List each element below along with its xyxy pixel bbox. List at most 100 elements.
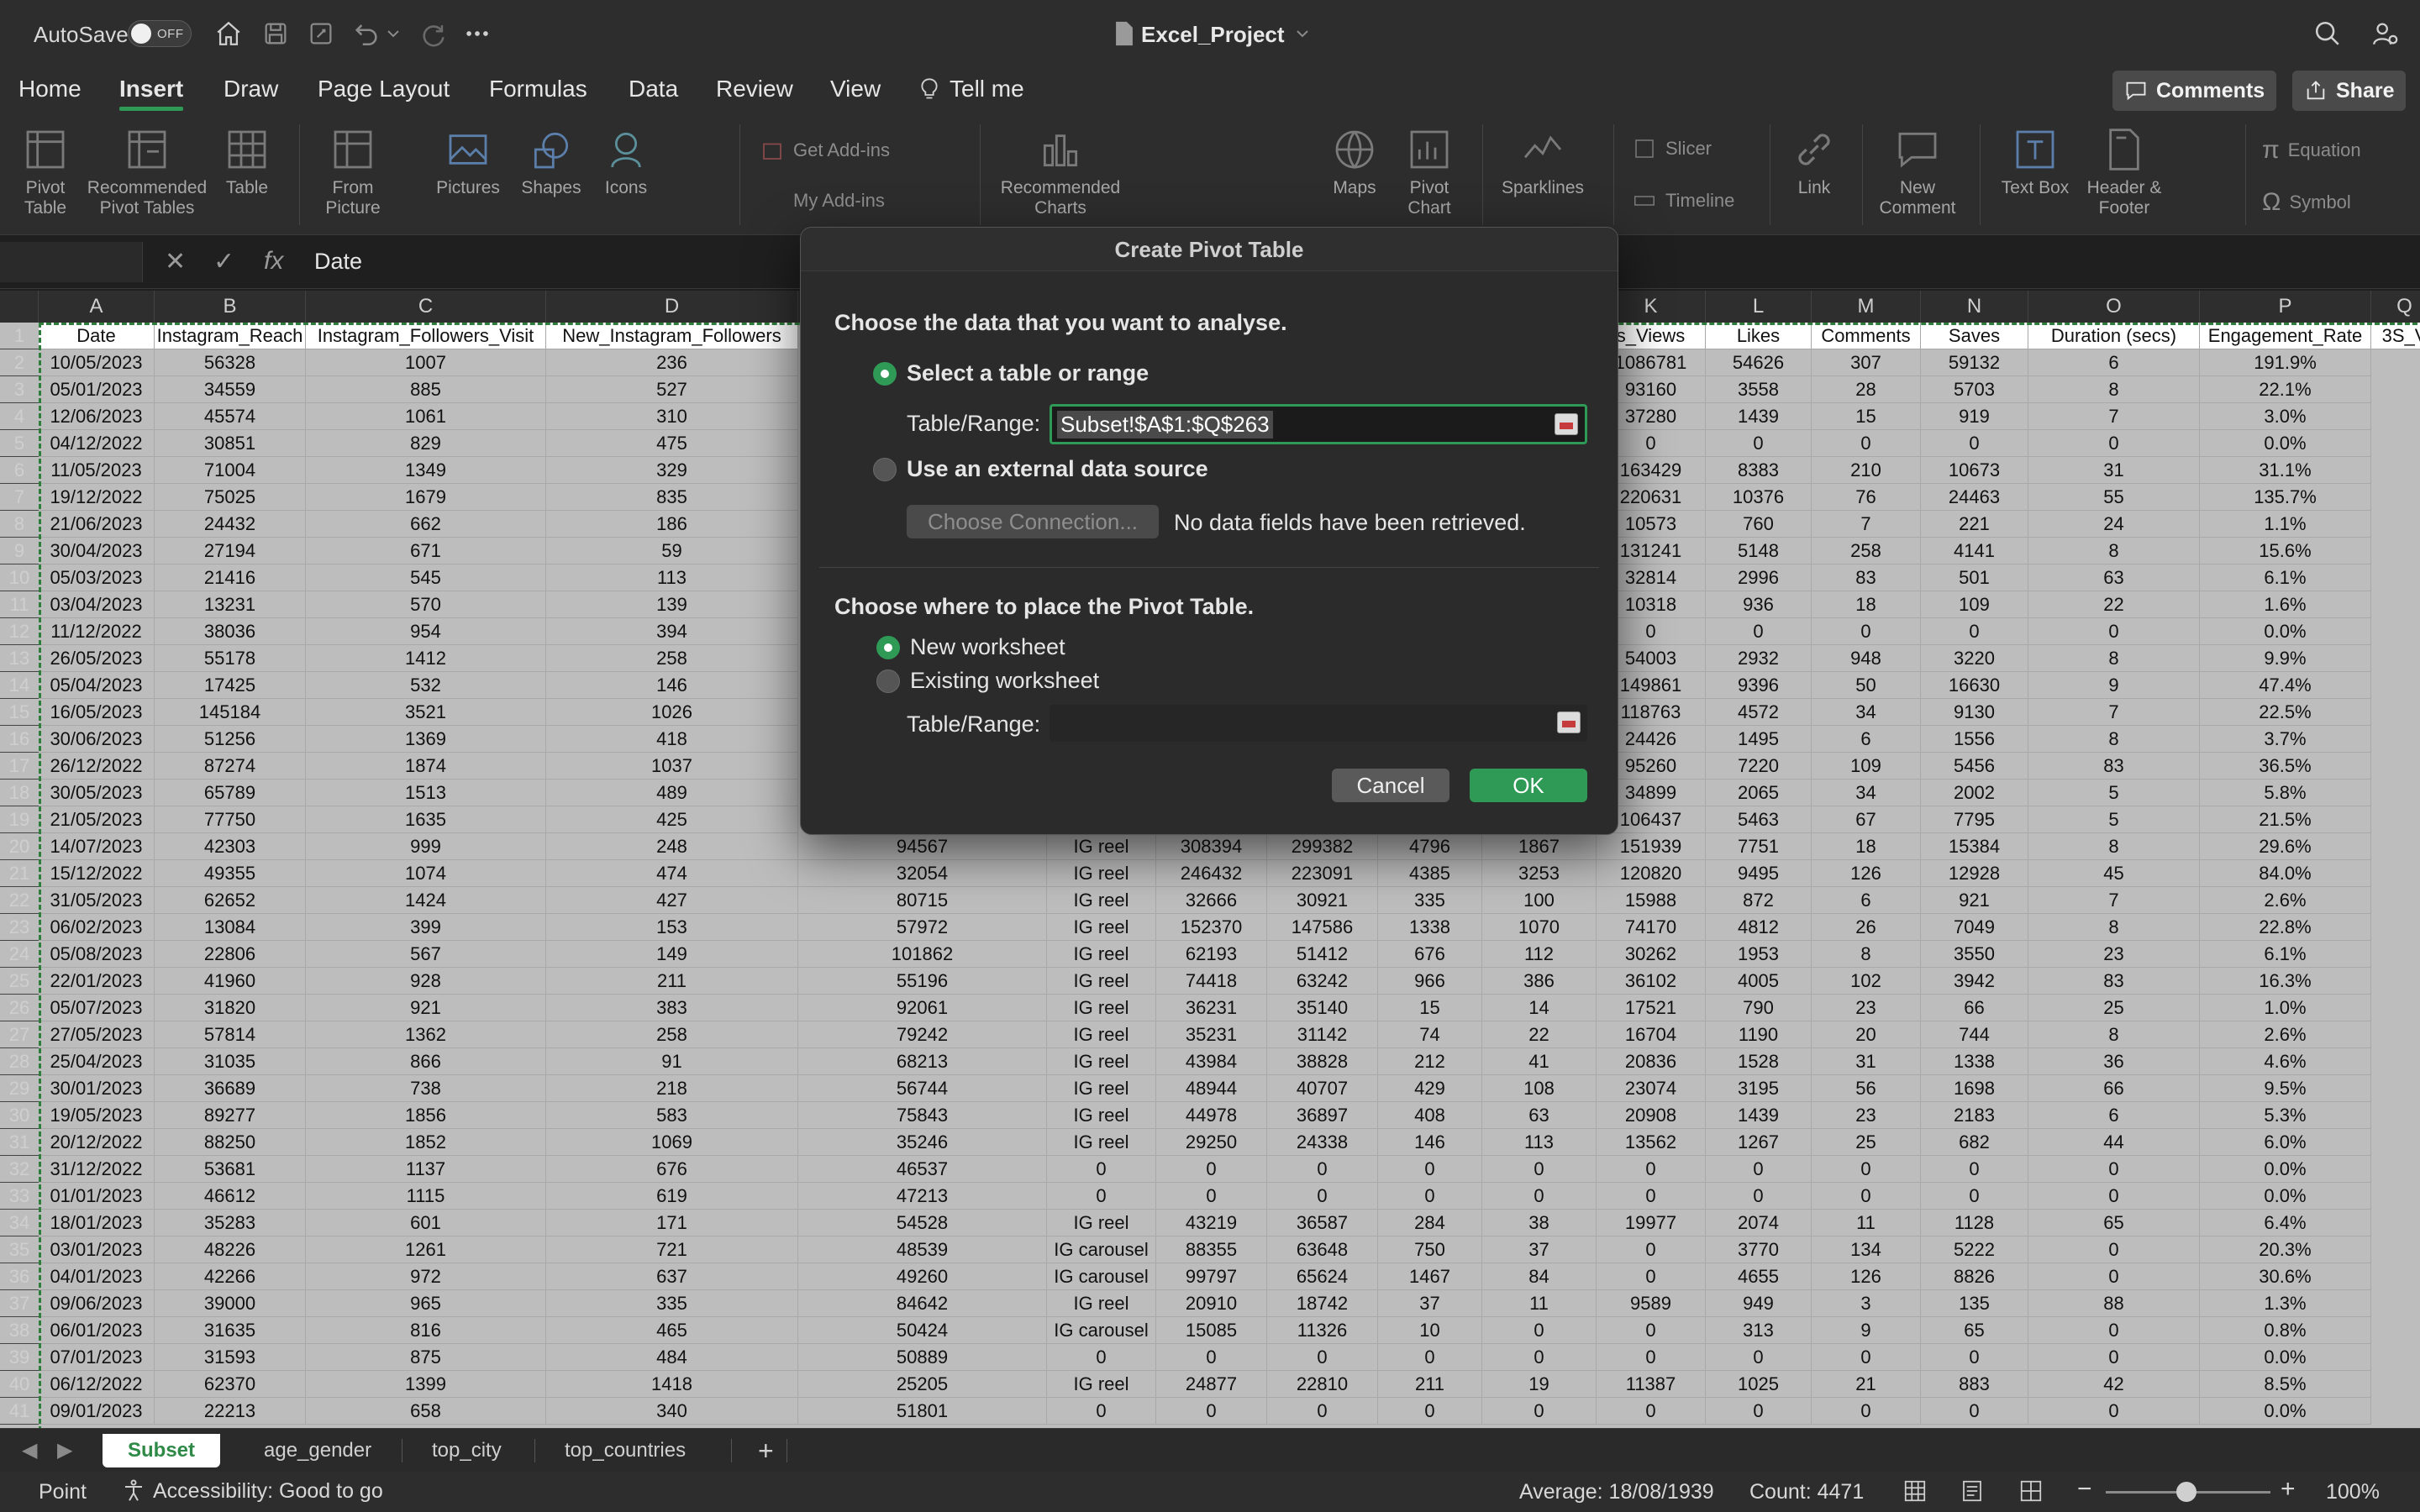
table-cell[interactable]: 34 <box>1812 699 1921 726</box>
column-header-b[interactable]: B <box>155 291 306 323</box>
table-cell[interactable]: 307 <box>1812 349 1921 376</box>
table-cell[interactable]: 3942 <box>1921 968 2028 995</box>
table-cell[interactable]: 36 <box>2028 1048 2200 1075</box>
table-cell[interactable]: 23 <box>1812 1102 1921 1129</box>
row-header[interactable]: 37 <box>0 1290 39 1317</box>
table-cell[interactable]: IG reel <box>1047 1048 1156 1075</box>
radio-existing-worksheet-label[interactable]: Existing worksheet <box>910 668 1099 694</box>
table-cell[interactable]: 43219 <box>1156 1210 1267 1236</box>
link-button[interactable]: Link <box>1785 126 1844 198</box>
table-cell[interactable]: 335 <box>546 1290 798 1317</box>
table-cell[interactable]: 55196 <box>798 968 1047 995</box>
header-cell[interactable]: Instagram_Reach <box>155 323 306 349</box>
table-cell[interactable]: 65 <box>1921 1317 2028 1344</box>
row-header[interactable]: 25 <box>0 968 39 995</box>
table-cell[interactable]: 6 <box>2028 349 2200 376</box>
table-cell[interactable]: 9.5% <box>2200 1075 2371 1102</box>
table-cell[interactable]: 1856 <box>306 1102 546 1129</box>
table-cell[interactable]: 1.6% <box>2200 591 2371 618</box>
table-cell[interactable]: 1037 <box>546 753 798 780</box>
table-cell[interactable]: 25 <box>2028 995 2200 1021</box>
table-cell[interactable]: 48226 <box>155 1236 306 1263</box>
table-cell[interactable]: 63242 <box>1267 968 1378 995</box>
table-cell[interactable]: 32054 <box>798 860 1047 887</box>
table-cell[interactable]: 0 <box>1267 1156 1378 1183</box>
table-cell[interactable]: 738 <box>306 1075 546 1102</box>
table-cell[interactable]: 0.0% <box>2200 430 2371 457</box>
header-cell[interactable]: 3S_V <box>2371 323 2420 349</box>
table-cell[interactable]: 100 <box>1482 887 1597 914</box>
table-cell[interactable]: 34 <box>1812 780 1921 806</box>
search-icon[interactable] <box>2311 17 2344 50</box>
tab-draw[interactable]: Draw <box>224 76 278 102</box>
autosave-toggle[interactable]: OFF <box>128 20 192 47</box>
table-cell[interactable]: 62193 <box>1156 941 1267 968</box>
table-cell[interactable]: 24 <box>2028 511 2200 538</box>
table-cell[interactable]: IG reel <box>1047 860 1156 887</box>
table-cell[interactable]: 1025 <box>1706 1371 1812 1398</box>
row-header[interactable]: 22 <box>0 887 39 914</box>
save-as-icon[interactable] <box>304 17 338 50</box>
radio-external-source-label[interactable]: Use an external data source <box>907 456 1208 482</box>
table-cell[interactable]: 27/05/2023 <box>39 1021 155 1048</box>
table-cell[interactable]: 20/12/2022 <box>39 1129 155 1156</box>
table-cell[interactable]: 790 <box>1706 995 1812 1021</box>
table-cell[interactable]: 36102 <box>1597 968 1706 995</box>
table-cell[interactable]: 15085 <box>1156 1317 1267 1344</box>
row-header[interactable]: 16 <box>0 726 39 753</box>
table-cell[interactable]: 601 <box>306 1210 546 1236</box>
table-cell[interactable]: IG reel <box>1047 833 1156 860</box>
table-cell[interactable]: 126 <box>1812 1263 1921 1290</box>
table-cell[interactable]: 0 <box>1812 430 1921 457</box>
table-cell[interactable]: 258 <box>546 1021 798 1048</box>
table-cell[interactable]: 113 <box>1482 1129 1597 1156</box>
table-cell[interactable]: 6.1% <box>2200 941 2371 968</box>
table-cell[interactable]: 1852 <box>306 1129 546 1156</box>
account-icon[interactable] <box>2368 17 2402 50</box>
row-header[interactable]: 35 <box>0 1236 39 1263</box>
table-cell[interactable]: 474 <box>546 860 798 887</box>
table-cell[interactable]: 8 <box>2028 1021 2200 1048</box>
table-cell[interactable]: 9.9% <box>2200 645 2371 672</box>
table-cell[interactable]: 22810 <box>1267 1371 1378 1398</box>
table-cell[interactable]: 965 <box>306 1290 546 1317</box>
row-header[interactable]: 4 <box>0 403 39 430</box>
collapse-range-icon[interactable] <box>1555 413 1578 435</box>
row-header[interactable]: 33 <box>0 1183 39 1210</box>
row-header[interactable]: 1 <box>0 323 39 349</box>
table-cell[interactable]: 0 <box>1156 1398 1267 1425</box>
table-cell[interactable]: 101862 <box>798 941 1047 968</box>
table-cell[interactable]: 386 <box>1482 968 1597 995</box>
table-cell[interactable]: 418 <box>546 726 798 753</box>
table-cell[interactable]: 146 <box>1378 1129 1482 1156</box>
table-cell[interactable]: IG reel <box>1047 1129 1156 1156</box>
table-cell[interactable]: 1528 <box>1706 1048 1812 1075</box>
page-layout-view-icon[interactable] <box>1960 1478 1985 1509</box>
table-cell[interactable]: 88355 <box>1156 1236 1267 1263</box>
table-cell[interactable]: 109 <box>1921 591 2028 618</box>
table-cell[interactable]: 0 <box>1482 1156 1597 1183</box>
table-cell[interactable]: 20908 <box>1597 1102 1706 1129</box>
table-cell[interactable]: 06/01/2023 <box>39 1317 155 1344</box>
table-cell[interactable]: 1362 <box>306 1021 546 1048</box>
radio-existing-worksheet[interactable] <box>876 669 900 693</box>
table-cell[interactable]: 11 <box>1812 1210 1921 1236</box>
table-cell[interactable]: 7 <box>1812 511 1921 538</box>
table-cell[interactable]: 37 <box>1378 1290 1482 1317</box>
table-cell[interactable]: 30921 <box>1267 887 1378 914</box>
table-cell[interactable]: 84 <box>1482 1263 1597 1290</box>
table-cell[interactable]: 0 <box>1597 1398 1706 1425</box>
row-header[interactable]: 18 <box>0 780 39 806</box>
table-cell[interactable]: 44978 <box>1156 1102 1267 1129</box>
table-cell[interactable]: 88250 <box>155 1129 306 1156</box>
symbol-button[interactable]: Ω Symbol <box>2262 188 2351 217</box>
scroll-left-icon[interactable]: ◀ <box>17 1434 42 1467</box>
table-cell[interactable]: 11 <box>1482 1290 1597 1317</box>
table-cell[interactable]: 3195 <box>1706 1075 1812 1102</box>
table-cell[interactable]: 13231 <box>155 591 306 618</box>
table-cell[interactable]: 16.3% <box>2200 968 2371 995</box>
table-cell[interactable]: IG carousel <box>1047 1317 1156 1344</box>
table-cell[interactable]: 0 <box>1156 1156 1267 1183</box>
table-cell[interactable]: 6 <box>1812 887 1921 914</box>
table-cell[interactable]: 54626 <box>1706 349 1812 376</box>
